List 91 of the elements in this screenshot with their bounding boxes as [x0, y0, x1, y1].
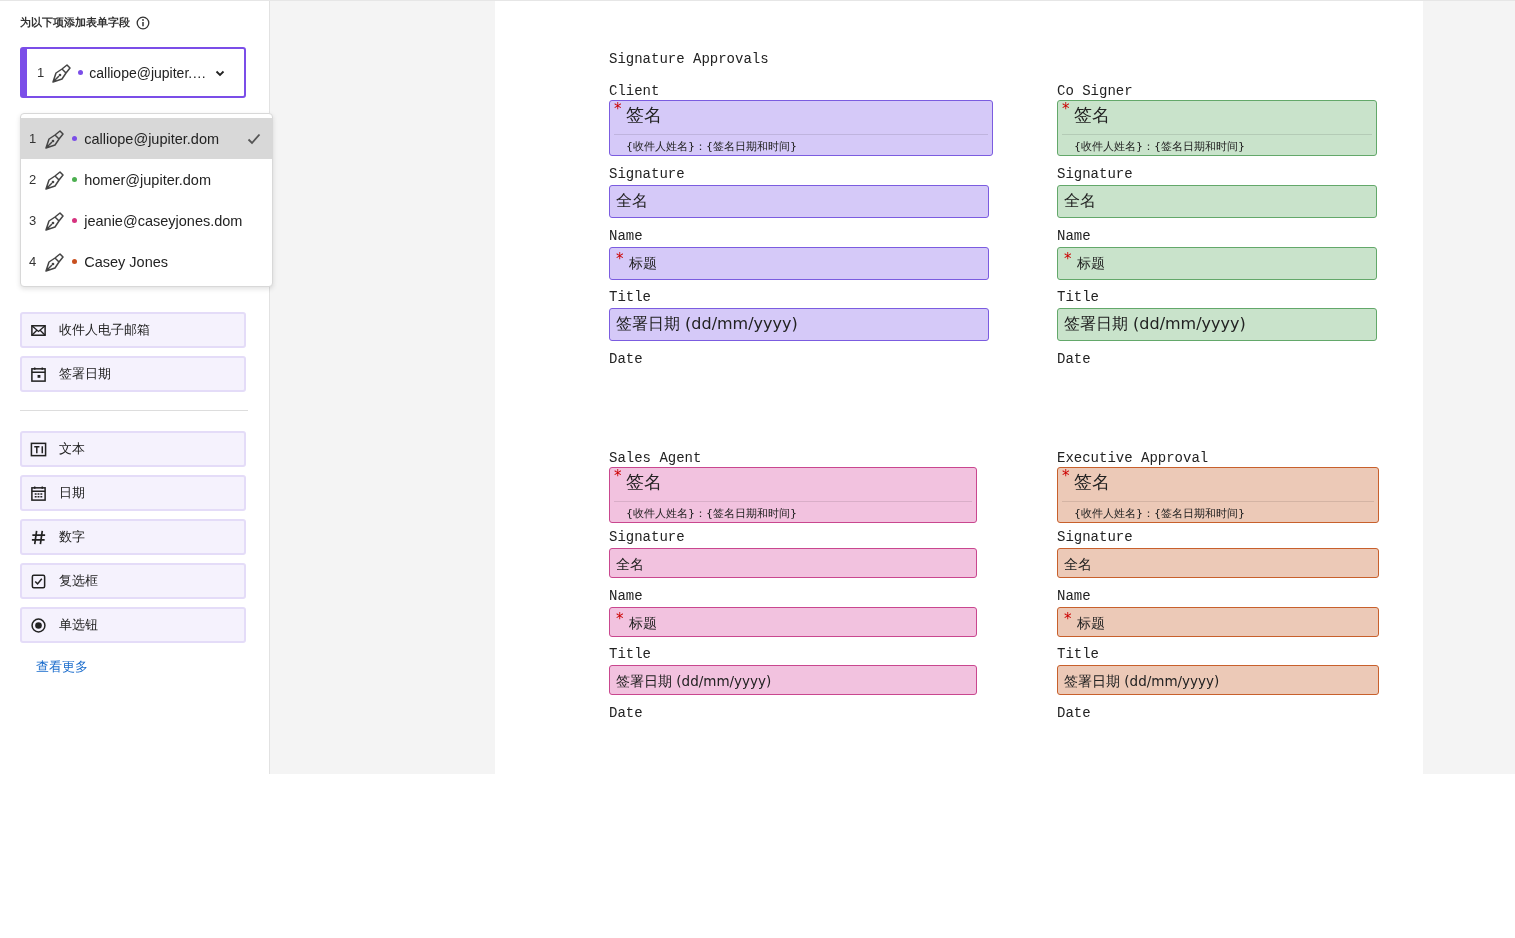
field-caption: Name: [1057, 588, 1092, 605]
field-caption: Title: [609, 646, 652, 663]
required-asterisk: *: [1062, 469, 1070, 484]
form-field[interactable]: 签署日期 (dd/mm/yyyy): [609, 308, 989, 341]
field-label: 签署日期 (dd/mm/yyyy): [616, 672, 772, 691]
recipient-dropdown[interactable]: 1 calliope@jupiter.…: [20, 47, 246, 98]
field-label: 标题: [1076, 614, 1105, 633]
form-field[interactable]: 签署日期 (dd/mm/yyyy): [609, 665, 977, 695]
signature-label: 签名: [625, 103, 662, 127]
calendar-icon: [30, 365, 47, 383]
form-field[interactable]: 全名: [1057, 185, 1377, 218]
section-heading: Sales Agent: [609, 450, 703, 467]
field-caption: Name: [609, 228, 644, 245]
section-heading: Co Signer: [1057, 83, 1134, 100]
info-icon: [136, 15, 150, 30]
field-label: 全名: [1064, 555, 1092, 574]
field-label: 签署日期 (dd/mm/yyyy): [616, 313, 798, 335]
checkbox-icon: [30, 572, 47, 590]
signature-label: 签名: [1073, 103, 1110, 127]
field-label: 全名: [1064, 190, 1096, 212]
field-label: 标题: [1076, 254, 1105, 273]
hash-icon: [30, 528, 47, 546]
form-field-button[interactable]: 文本: [20, 431, 246, 467]
pen-icon: [43, 250, 66, 273]
form-field-button[interactable]: 签署日期: [20, 356, 246, 392]
field-caption: Date: [1057, 351, 1092, 368]
field-caption: Date: [609, 705, 644, 722]
form-field-button[interactable]: 数字: [20, 519, 246, 555]
document-title: Signature Approvals: [609, 51, 770, 67]
field-caption: Signature: [1057, 166, 1134, 183]
form-field[interactable]: * 标题: [609, 247, 989, 280]
field-label: 标题: [628, 614, 657, 633]
signature-field[interactable]: * 签名 {收件人姓名}：{签名日期和时间}: [609, 100, 993, 156]
form-field[interactable]: * 标题: [609, 607, 977, 637]
field-label: 标题: [628, 254, 657, 273]
signature-subtext: {收件人姓名}：{签名日期和时间}: [1073, 506, 1246, 521]
recipient-option[interactable]: 2 homer@jupiter.dom: [21, 159, 272, 200]
form-field-button[interactable]: 单选钮: [20, 607, 246, 643]
required-asterisk: *: [616, 612, 624, 627]
form-field[interactable]: 全名: [1057, 548, 1379, 578]
form-field[interactable]: 签署日期 (dd/mm/yyyy): [1057, 665, 1379, 695]
field-label: 全名: [616, 190, 648, 212]
field-caption: Title: [1057, 289, 1100, 306]
required-asterisk: *: [1064, 252, 1072, 267]
form-field[interactable]: 全名: [609, 548, 977, 578]
field-caption: Name: [609, 588, 644, 605]
section-heading: Client: [609, 83, 661, 100]
recipient-option[interactable]: 1 calliope@jupiter.dom: [21, 118, 272, 159]
field-caption: Signature: [609, 529, 686, 546]
field-label: 全名: [616, 555, 644, 574]
field-caption: Title: [1057, 646, 1100, 663]
signature-field[interactable]: * 签名 {收件人姓名}：{签名日期和时间}: [1057, 467, 1379, 523]
section-heading: Executive Approval: [1057, 450, 1210, 467]
text-field-icon: [30, 440, 47, 458]
field-caption: Name: [1057, 228, 1092, 245]
required-asterisk: *: [614, 102, 622, 117]
field-label: 签署日期 (dd/mm/yyyy): [1064, 672, 1220, 691]
pen-icon: [43, 209, 66, 232]
field-caption: Signature: [1057, 529, 1134, 546]
calendar-icon: [30, 484, 47, 502]
recipient-option[interactable]: 3 jeanie@caseyjones.dom: [21, 200, 272, 241]
form-field[interactable]: * 标题: [1057, 247, 1377, 280]
form-field[interactable]: 签署日期 (dd/mm/yyyy): [1057, 308, 1377, 341]
signature-label: 签名: [1073, 470, 1110, 494]
form-field[interactable]: 全名: [609, 185, 989, 218]
form-field-button[interactable]: 日期: [20, 475, 246, 511]
field-label: 签署日期 (dd/mm/yyyy): [1064, 313, 1246, 335]
required-asterisk: *: [1064, 612, 1072, 627]
signature-field[interactable]: * 签名 {收件人姓名}：{签名日期和时间}: [609, 467, 977, 523]
signature-field[interactable]: * 签名 {收件人姓名}：{签名日期和时间}: [1057, 100, 1377, 156]
panel-heading: 为以下项添加表单字段: [20, 15, 130, 30]
required-asterisk: *: [616, 252, 624, 267]
form-field-button[interactable]: 收件人电子邮箱: [20, 312, 246, 348]
signature-subtext: {收件人姓名}：{签名日期和时间}: [1073, 139, 1246, 154]
field-caption: Title: [609, 289, 652, 306]
recipient-option[interactable]: 4 Casey Jones: [21, 241, 272, 282]
signature-label: 签名: [625, 470, 662, 494]
pen-icon: [50, 61, 73, 84]
form-field[interactable]: * 标题: [1057, 607, 1379, 637]
field-caption: Signature: [609, 166, 686, 183]
pen-icon: [43, 127, 66, 150]
radio-icon: [30, 616, 47, 634]
pen-icon: [43, 168, 66, 191]
signature-subtext: {收件人姓名}：{签名日期和时间}: [625, 139, 798, 154]
see-more-link[interactable]: 查看更多: [20, 651, 88, 676]
required-asterisk: *: [1062, 102, 1070, 117]
required-asterisk: *: [614, 469, 622, 484]
field-caption: Date: [609, 351, 644, 368]
signature-subtext: {收件人姓名}：{签名日期和时间}: [625, 506, 798, 521]
form-field-button[interactable]: 复选框: [20, 563, 246, 599]
field-caption: Date: [1057, 705, 1092, 722]
